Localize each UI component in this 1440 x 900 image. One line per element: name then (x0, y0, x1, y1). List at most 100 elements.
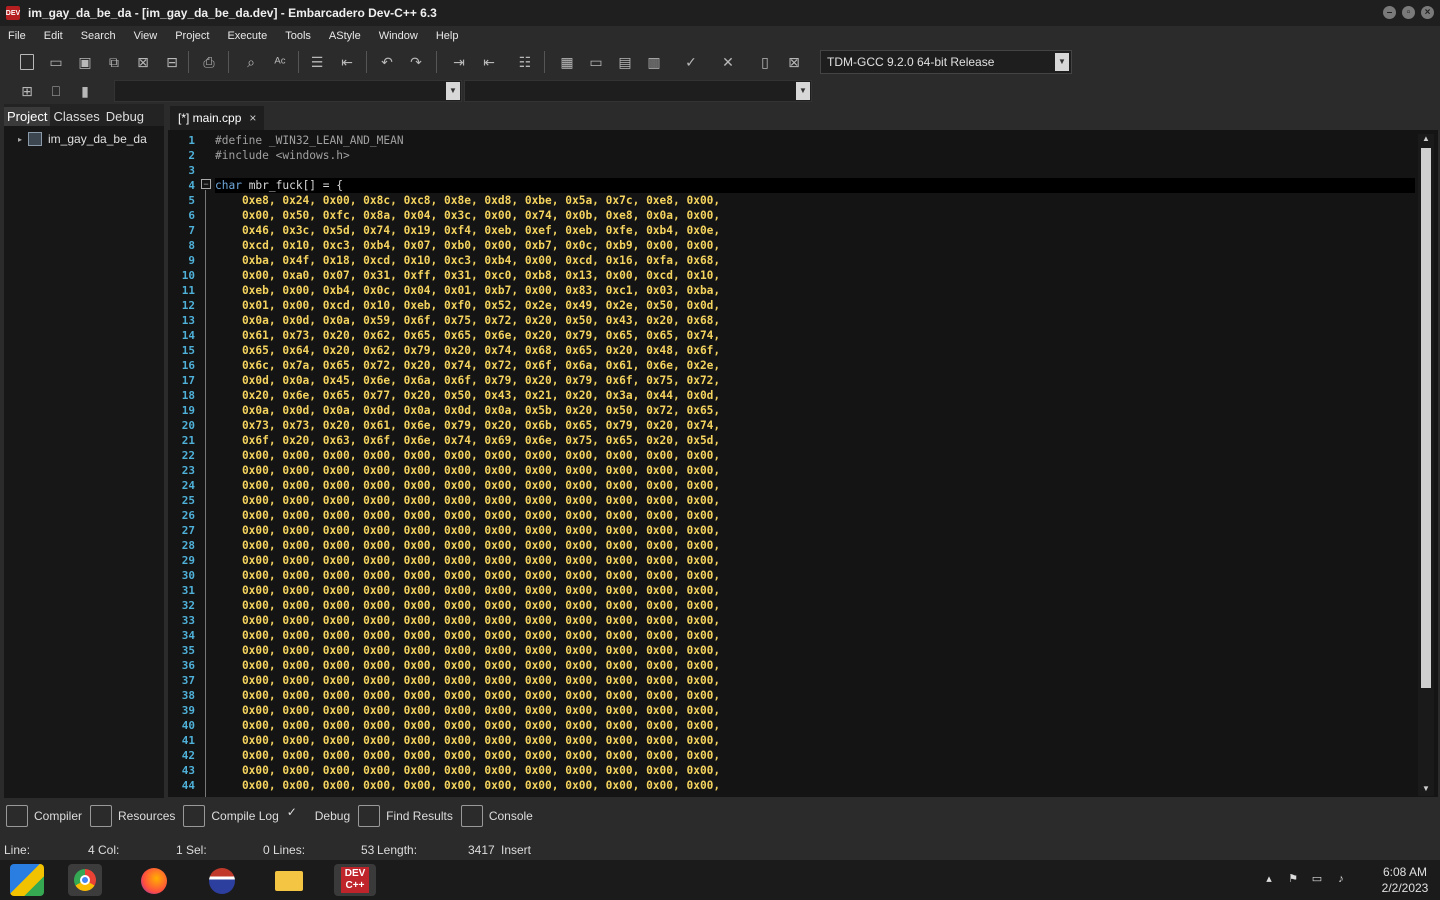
delete-icon[interactable]: ⊠ (783, 51, 805, 73)
menu-search[interactable]: Search (81, 30, 116, 42)
code-line[interactable]: 9 0xba, 0x4f, 0x18, 0xcd, 0x10, 0xc3, 0x… (188, 253, 1415, 268)
rebuild-icon[interactable]: ▥ (643, 51, 665, 73)
code-area[interactable]: 1 #define _WIN32_LEAN_AND_MEAN 2 #include <… (182, 133, 1415, 793)
code-editor[interactable]: − 1 #define _WIN32_LEAN_AND_MEAN 2 #include… (168, 130, 1438, 797)
fold-collapse-icon[interactable]: − (201, 179, 211, 189)
code-line[interactable]: 30 0x00, 0x00, 0x00, 0x00, 0x00, 0x00, 0… (182, 568, 1415, 583)
vertical-scrollbar[interactable]: ▲ ▼ (1418, 134, 1434, 796)
clock[interactable]: 6:08 AM 2/2/2023 (1376, 864, 1434, 896)
code-line[interactable]: 4 char mbr_fuck[] = { (188, 178, 1415, 193)
code-line[interactable]: 38 0x00, 0x00, 0x00, 0x00, 0x00, 0x00, 0… (182, 688, 1415, 703)
chart-icon[interactable]: ▯ (754, 51, 776, 73)
code-line[interactable]: 24 0x00, 0x00, 0x00, 0x00, 0x00, 0x00, 0… (182, 478, 1415, 493)
tab-main-cpp[interactable]: [*] main.cpp × (170, 106, 265, 130)
code-line[interactable]: 39 0x00, 0x00, 0x00, 0x00, 0x00, 0x00, 0… (182, 703, 1415, 718)
code-line[interactable]: 11 0xeb, 0x00, 0xb4, 0x0c, 0x04, 0x01, 0… (182, 283, 1415, 298)
compile-run-icon[interactable]: ▤ (614, 51, 636, 73)
insert-icon[interactable]: ⊞ (16, 80, 38, 102)
tab-resources[interactable]: Resources (90, 805, 175, 827)
member-combo[interactable]: ▼ (464, 80, 812, 102)
tab-compiler[interactable]: Compiler (6, 805, 82, 827)
tree-item-project[interactable]: ▸ im_gay_da_be_da (18, 132, 147, 146)
tab-project[interactable]: Project (4, 107, 51, 126)
code-line[interactable]: 16 0x6c, 0x7a, 0x65, 0x72, 0x20, 0x74, 0… (182, 358, 1415, 373)
restore-icon[interactable]: ▫ (1402, 6, 1415, 19)
redo-icon[interactable]: ↷ (405, 51, 427, 73)
code-line[interactable]: 42 0x00, 0x00, 0x00, 0x00, 0x00, 0x00, 0… (182, 748, 1415, 763)
code-line[interactable]: 33 0x00, 0x00, 0x00, 0x00, 0x00, 0x00, 0… (182, 613, 1415, 628)
unindent-icon[interactable]: ⇤ (336, 51, 358, 73)
code-line[interactable]: 43 0x00, 0x00, 0x00, 0x00, 0x00, 0x00, 0… (182, 763, 1415, 778)
scroll-down-icon[interactable]: ▼ (1420, 784, 1432, 796)
code-line[interactable]: 27 0x00, 0x00, 0x00, 0x00, 0x00, 0x00, 0… (182, 523, 1415, 538)
code-line[interactable]: 23 0x00, 0x00, 0x00, 0x00, 0x00, 0x00, 0… (182, 463, 1415, 478)
chevron-down-icon[interactable]: ▼ (446, 82, 460, 100)
edge-icon[interactable] (205, 864, 239, 896)
code-line[interactable]: 41 0x00, 0x00, 0x00, 0x00, 0x00, 0x00, 0… (182, 733, 1415, 748)
chevron-down-icon[interactable]: ▼ (796, 82, 810, 100)
syntax-check-icon[interactable]: ✓ (680, 51, 702, 73)
windows-start-icon[interactable] (10, 864, 44, 896)
code-line[interactable]: 17 0x0d, 0x0a, 0x45, 0x6e, 0x6a, 0x6f, 0… (182, 373, 1415, 388)
close-all-icon[interactable]: ⊟ (161, 51, 183, 73)
devcpp-icon[interactable]: DEV C++ (334, 864, 376, 896)
chevron-down-icon[interactable]: ▼ (1055, 53, 1069, 71)
code-line[interactable]: 22 0x00, 0x00, 0x00, 0x00, 0x00, 0x00, 0… (182, 448, 1415, 463)
tab-console[interactable]: Console (460, 805, 533, 827)
menu-project[interactable]: Project (175, 30, 209, 42)
save-icon[interactable]: ▣ (74, 51, 96, 73)
menu-window[interactable]: Window (379, 30, 418, 42)
open-icon[interactable]: ▭ (45, 51, 67, 73)
menu-edit[interactable]: Edit (44, 30, 63, 42)
expand-icon[interactable]: ▸ (18, 135, 22, 144)
chevron-up-icon[interactable]: ▴ (1262, 872, 1276, 886)
network-icon[interactable]: ▭ (1310, 872, 1324, 886)
tab-debug-output[interactable]: ✓ Debug (287, 805, 350, 827)
code-line[interactable]: 2 #include <windows.h> (188, 148, 1415, 163)
minimize-icon[interactable]: – (1383, 6, 1396, 19)
code-line[interactable]: 28 0x00, 0x00, 0x00, 0x00, 0x00, 0x00, 0… (182, 538, 1415, 553)
code-line[interactable]: 10 0x00, 0xa0, 0x07, 0x31, 0xff, 0x31, 0… (182, 268, 1415, 283)
new-file-icon[interactable] (16, 51, 38, 73)
code-line[interactable]: 37 0x00, 0x00, 0x00, 0x00, 0x00, 0x00, 0… (182, 673, 1415, 688)
run-icon[interactable]: ▭ (585, 51, 607, 73)
tab-classes[interactable]: Classes (50, 107, 102, 126)
code-line[interactable]: 8 0xcd, 0x10, 0xc3, 0xb4, 0x07, 0xb0, 0x… (188, 238, 1415, 253)
code-line[interactable]: 6 0x00, 0x50, 0xfc, 0x8a, 0x04, 0x3c, 0x… (188, 208, 1415, 223)
code-line[interactable]: 31 0x00, 0x00, 0x00, 0x00, 0x00, 0x00, 0… (182, 583, 1415, 598)
indent-icon[interactable]: ☰ (306, 51, 328, 73)
code-line[interactable]: 7 0x46, 0x3c, 0x5d, 0x74, 0x19, 0xf4, 0x… (188, 223, 1415, 238)
code-line[interactable]: 25 0x00, 0x00, 0x00, 0x00, 0x00, 0x00, 0… (182, 493, 1415, 508)
close-file-icon[interactable]: ⊠ (132, 51, 154, 73)
firefox-icon[interactable] (137, 864, 171, 896)
code-line[interactable]: 29 0x00, 0x00, 0x00, 0x00, 0x00, 0x00, 0… (182, 553, 1415, 568)
scroll-thumb[interactable] (1421, 148, 1431, 688)
code-line[interactable]: 18 0x20, 0x6e, 0x65, 0x77, 0x20, 0x50, 0… (182, 388, 1415, 403)
tab-compile-log[interactable]: Compile Log (183, 805, 279, 827)
scroll-up-icon[interactable]: ▲ (1420, 134, 1432, 146)
menu-help[interactable]: Help (436, 30, 459, 42)
undo-icon[interactable]: ↶ (376, 51, 398, 73)
class-combo[interactable]: ▼ (114, 80, 462, 102)
bookmark-icon[interactable]: ⎕ (45, 80, 67, 102)
stop-icon[interactable]: ✕ (717, 51, 739, 73)
flag-icon[interactable]: ⚑ (1286, 872, 1300, 886)
tab-debug[interactable]: Debug (103, 107, 147, 126)
menu-astyle[interactable]: AStyle (329, 30, 361, 42)
menu-execute[interactable]: Execute (227, 30, 267, 42)
save-all-icon[interactable]: ⧉ (103, 51, 125, 73)
code-line[interactable]: 15 0x65, 0x64, 0x20, 0x62, 0x79, 0x20, 0… (182, 343, 1415, 358)
replace-icon[interactable]: ᴬᶜ (269, 51, 291, 73)
goto-icon[interactable]: ⇥ (448, 51, 470, 73)
code-line[interactable]: 36 0x00, 0x00, 0x00, 0x00, 0x00, 0x00, 0… (182, 658, 1415, 673)
code-line[interactable]: 5 0xe8, 0x24, 0x00, 0x8c, 0xc8, 0x8e, 0x… (188, 193, 1415, 208)
code-line[interactable]: 14 0x61, 0x73, 0x20, 0x62, 0x65, 0x65, 0… (182, 328, 1415, 343)
code-line[interactable]: 44 0x00, 0x00, 0x00, 0x00, 0x00, 0x00, 0… (182, 778, 1415, 793)
code-line[interactable]: 1 #define _WIN32_LEAN_AND_MEAN (188, 133, 1415, 148)
comment-icon[interactable]: ☷ (514, 51, 536, 73)
code-line[interactable]: 40 0x00, 0x00, 0x00, 0x00, 0x00, 0x00, 0… (182, 718, 1415, 733)
menu-tools[interactable]: Tools (285, 30, 311, 42)
close-tab-icon[interactable]: × (249, 111, 256, 125)
volume-icon[interactable]: ♪ (1334, 872, 1348, 886)
tab-find-results[interactable]: Find Results (358, 805, 453, 827)
